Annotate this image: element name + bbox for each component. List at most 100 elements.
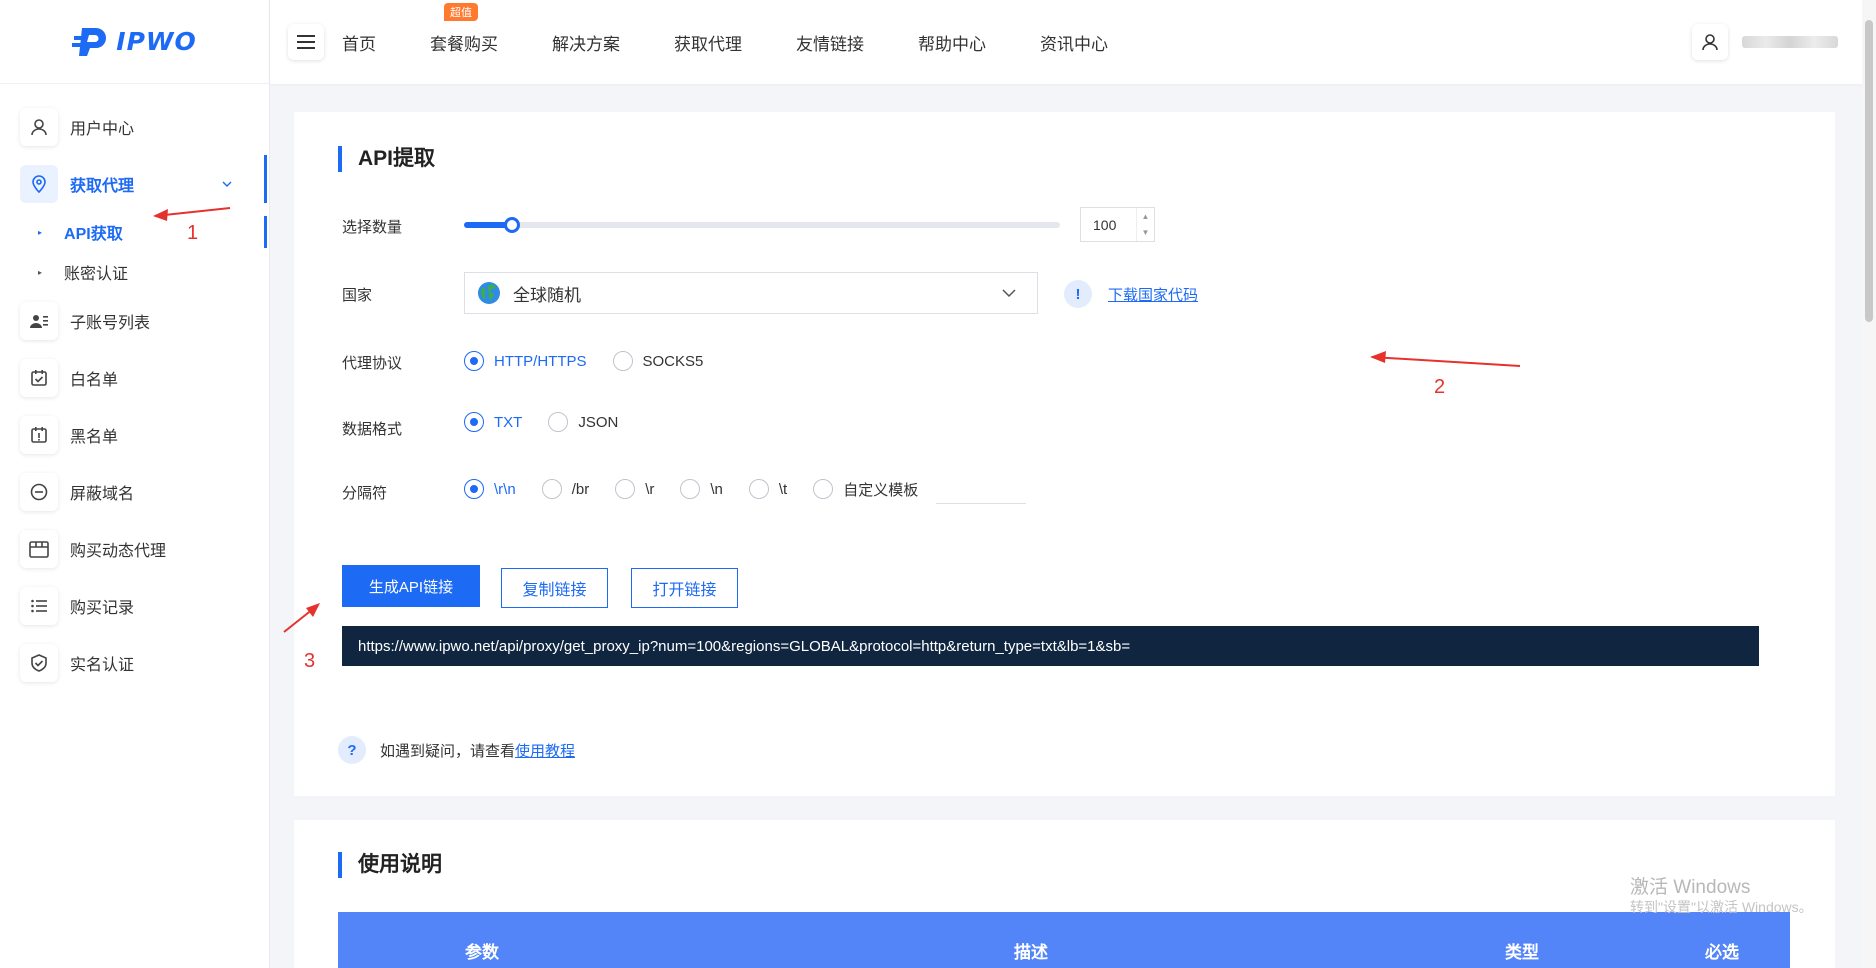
sidebar-item-label: 购买动态代理	[70, 542, 167, 560]
usage-card: 使用说明 参数 描述 类型 必选	[294, 820, 1835, 968]
radio-dot	[615, 479, 636, 499]
quantity-value: 100	[1093, 216, 1117, 233]
params-table-header: 参数 描述 类型 必选	[338, 912, 1790, 968]
sidebar-item-real-name[interactable]: 实名认证	[0, 634, 269, 691]
logo[interactable]: IPWO	[0, 0, 269, 84]
format-label: 数据格式	[342, 421, 403, 438]
radio-label: \n	[710, 480, 723, 498]
list-icon	[20, 586, 58, 625]
user-avatar-icon[interactable]	[1692, 24, 1728, 60]
location-pin-icon	[20, 164, 58, 203]
nav-get-proxy[interactable]: 获取代理	[674, 30, 742, 55]
nav-friend-links[interactable]: 友情链接	[796, 30, 864, 55]
separator-radio-group: \r\n /br \r \n \t 自定义模板	[464, 474, 1027, 504]
protocol-radio-group: HTTP/HTTPS SOCKS5	[464, 351, 729, 371]
radio-json[interactable]: JSON	[548, 412, 618, 432]
radio-txt[interactable]: TXT	[464, 412, 522, 432]
caret-right-icon: ▸	[38, 267, 43, 277]
chevron-up-icon[interactable]: ▲	[1142, 212, 1150, 221]
radio-dot	[748, 479, 769, 499]
tutorial-link[interactable]: 使用教程	[515, 740, 575, 761]
sidebar-item-label: 用户中心	[70, 120, 135, 138]
quantity-stepper[interactable]: ▲ ▼	[1136, 208, 1154, 241]
chevron-down-icon	[1002, 289, 1016, 298]
country-label: 国家	[342, 287, 373, 304]
radio-sep-lf[interactable]: \n	[680, 479, 723, 499]
quantity-input[interactable]: 100 ▲ ▼	[1080, 207, 1155, 242]
calendar-alert-icon	[20, 415, 58, 454]
nav-label: 套餐购买	[430, 34, 498, 54]
radio-sep-custom[interactable]: 自定义模板	[813, 479, 918, 500]
radio-label: SOCKS5	[642, 352, 704, 370]
user-area[interactable]	[1692, 24, 1838, 60]
sidebar: IPWO 用户中心 获取代理 ▸ API获取 ▸ 账密认证 子账号列表 白名单 …	[0, 0, 270, 968]
logo-text: IPWO	[116, 27, 197, 56]
nav-help-center[interactable]: 帮助中心	[918, 30, 986, 55]
slider-handle[interactable]	[504, 217, 520, 233]
format-radio-group: TXT JSON	[464, 412, 644, 432]
radio-sep-br[interactable]: /br	[541, 479, 589, 499]
username-redacted	[1742, 36, 1838, 48]
user-icon	[20, 107, 58, 146]
page-scrollbar[interactable]	[1862, 0, 1876, 968]
col-param: 参数	[465, 943, 499, 962]
annotation-2: 2	[1434, 376, 1446, 398]
api-url-output[interactable]: https://www.ipwo.net/api/proxy/get_proxy…	[342, 626, 1759, 666]
active-indicator	[264, 216, 267, 248]
radio-http[interactable]: HTTP/HTTPS	[464, 351, 587, 371]
nav-news-center[interactable]: 资讯中心	[1040, 30, 1108, 55]
radio-label: TXT	[494, 413, 523, 431]
protocol-label: 代理协议	[342, 355, 403, 372]
radio-socks5[interactable]: SOCKS5	[612, 351, 704, 371]
windows-watermark-sub: 转到"设置"以激活 Windows。	[1630, 899, 1813, 915]
logo-mark-icon	[72, 22, 112, 62]
sidebar-item-buy-dynamic-proxy[interactable]: 购买动态代理	[0, 520, 269, 577]
sidebar-item-subaccounts[interactable]: 子账号列表	[0, 292, 269, 349]
quantity-label: 选择数量	[342, 219, 403, 236]
usage-title: 使用说明	[338, 852, 442, 878]
radio-sep-tab[interactable]: \t	[748, 479, 787, 499]
open-link-button[interactable]: 打开链接	[631, 568, 738, 608]
radio-dot	[680, 479, 701, 499]
sidebar-item-label: 黑名单	[70, 428, 119, 446]
sidebar-item-blacklist[interactable]: 黑名单	[0, 406, 269, 463]
generate-api-link-button[interactable]: 生成API链接	[342, 565, 480, 607]
chevron-down-icon[interactable]	[221, 177, 233, 195]
radio-label: JSON	[578, 413, 619, 431]
api-extract-card: API提取 选择数量 100 ▲ ▼ 国家 全球随机 ! 下载国家代码 代理协议…	[294, 112, 1835, 796]
chevron-down-icon[interactable]: ▼	[1142, 228, 1150, 237]
radio-dot	[464, 351, 484, 371]
sidebar-item-user-center[interactable]: 用户中心	[0, 98, 269, 155]
windows-watermark: 激活 Windows	[1630, 877, 1751, 898]
sidebar-item-get-proxy[interactable]: 获取代理	[0, 155, 269, 212]
radio-sep-crlf[interactable]: \r\n	[464, 479, 516, 499]
copy-link-button[interactable]: 复制链接	[501, 568, 608, 608]
sidebar-subitem-label: API获取	[64, 226, 123, 243]
top-header: 首页 超值 套餐购买 解决方案 获取代理 友情链接 帮助中心 资讯中心	[270, 0, 1876, 84]
download-country-codes-link[interactable]: 下载国家代码	[1108, 284, 1198, 305]
sidebar-item-label: 屏蔽域名	[70, 485, 135, 503]
custom-template-input[interactable]	[936, 474, 1027, 504]
radio-sep-cr[interactable]: \r	[615, 479, 654, 499]
radio-dot	[464, 412, 484, 432]
sidebar-item-label: 子账号列表	[70, 314, 151, 332]
sidebar-item-label: 实名认证	[70, 656, 135, 674]
country-select[interactable]: 全球随机	[464, 272, 1038, 314]
sidebar-item-whitelist[interactable]: 白名单	[0, 349, 269, 406]
sidebar-item-blocked-domains[interactable]: 屏蔽域名	[0, 463, 269, 520]
scrollbar-thumb[interactable]	[1865, 20, 1873, 322]
sidebar-item-purchase-records[interactable]: 购买记录	[0, 577, 269, 634]
radio-dot	[612, 351, 633, 371]
hamburger-menu-icon[interactable]	[288, 24, 324, 60]
sidebar-subitem-account-auth[interactable]: ▸ 账密认证	[0, 252, 269, 292]
nav-packages[interactable]: 超值 套餐购买	[430, 2, 498, 55]
info-icon: !	[1064, 280, 1092, 308]
sidebar-subitem-api[interactable]: ▸ API获取	[0, 212, 269, 252]
shield-check-icon	[20, 643, 58, 682]
radio-label: 自定义模板	[843, 481, 919, 499]
annotation-3: 3	[304, 650, 316, 672]
quantity-slider[interactable]	[464, 217, 1060, 233]
radio-label: \r	[645, 480, 655, 498]
nav-solutions[interactable]: 解决方案	[552, 30, 620, 55]
nav-home[interactable]: 首页	[342, 30, 376, 55]
